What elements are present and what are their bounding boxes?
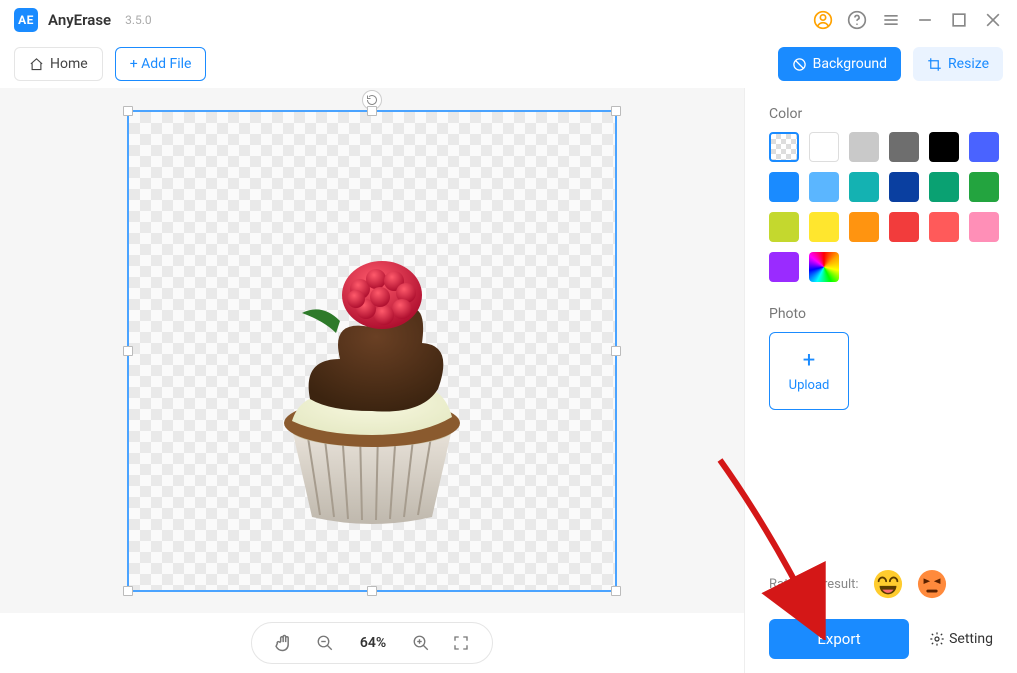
toolbar: Home + Add File Background Resize xyxy=(0,40,1017,88)
color-swatch-pink[interactable] xyxy=(969,212,999,242)
fullscreen-button[interactable] xyxy=(452,634,470,652)
color-swatch-emerald[interactable] xyxy=(929,172,959,202)
app-name: AnyErase xyxy=(48,11,111,29)
color-swatch-orange[interactable] xyxy=(849,212,879,242)
handle-mid-left[interactable] xyxy=(123,346,133,356)
handle-top-right[interactable] xyxy=(611,106,621,116)
main-area: 64% Color Photo + Upload xyxy=(0,88,1017,673)
app-logo: AE xyxy=(14,8,38,32)
subject-image[interactable] xyxy=(252,249,492,529)
zoom-in-button[interactable] xyxy=(412,634,430,652)
color-swatch-coral[interactable] xyxy=(929,212,959,242)
color-swatch-gray[interactable] xyxy=(889,132,919,162)
zoom-level: 64% xyxy=(356,635,390,651)
color-swatch-white[interactable] xyxy=(809,132,839,162)
menu-icon[interactable] xyxy=(881,10,901,30)
close-icon[interactable] xyxy=(983,10,1003,30)
titlebar-controls xyxy=(813,10,1003,30)
rate-good-button[interactable] xyxy=(873,569,903,599)
color-swatch-royal-blue[interactable] xyxy=(969,132,999,162)
app-window: AE AnyErase 3.5.0 xyxy=(0,0,1017,673)
side-bottom: Export Setting xyxy=(769,619,993,659)
rate-row: Rate this result: xyxy=(769,569,993,599)
plus-icon: + xyxy=(803,350,815,372)
home-icon xyxy=(29,57,44,72)
color-swatch-rainbow[interactable] xyxy=(809,252,839,282)
color-swatch-lime[interactable] xyxy=(769,212,799,242)
handle-mid-right[interactable] xyxy=(611,346,621,356)
setting-label: Setting xyxy=(949,631,993,647)
upload-photo-button[interactable]: + Upload xyxy=(769,332,849,410)
gear-icon xyxy=(929,631,945,647)
maximize-icon[interactable] xyxy=(949,10,969,30)
handle-top-mid[interactable] xyxy=(367,106,377,116)
color-swatch-green[interactable] xyxy=(969,172,999,202)
titlebar: AE AnyErase 3.5.0 xyxy=(0,0,1017,40)
color-swatch-teal[interactable] xyxy=(849,172,879,202)
crop-icon xyxy=(927,57,942,72)
background-icon xyxy=(792,57,807,72)
app-version: 3.5.0 xyxy=(125,13,152,27)
background-label: Background xyxy=(813,56,887,72)
home-label: Home xyxy=(50,56,88,72)
add-file-button[interactable]: + Add File xyxy=(115,47,207,81)
help-icon[interactable] xyxy=(847,10,867,30)
zoom-out-button[interactable] xyxy=(316,634,334,652)
add-file-label: + Add File xyxy=(130,56,192,72)
background-button[interactable]: Background xyxy=(778,47,901,81)
color-swatch-blue[interactable] xyxy=(769,172,799,202)
color-swatch-sky-blue[interactable] xyxy=(809,172,839,202)
canvas-center xyxy=(0,88,744,613)
color-swatch-red[interactable] xyxy=(889,212,919,242)
side-panel: Color Photo + Upload Rate this result: E xyxy=(744,88,1017,673)
canvas-controls: 64% xyxy=(0,613,744,673)
color-swatch-navy[interactable] xyxy=(889,172,919,202)
handle-top-left[interactable] xyxy=(123,106,133,116)
control-pill: 64% xyxy=(251,622,493,664)
handle-bottom-right[interactable] xyxy=(611,586,621,596)
export-label: Export xyxy=(817,630,860,648)
export-button[interactable]: Export xyxy=(769,619,909,659)
setting-button[interactable]: Setting xyxy=(929,631,993,647)
canvas-area: 64% xyxy=(0,88,744,673)
rate-label: Rate this result: xyxy=(769,577,859,592)
color-swatch-yellow[interactable] xyxy=(809,212,839,242)
minimize-icon[interactable] xyxy=(915,10,935,30)
resize-label: Resize xyxy=(948,56,989,72)
resize-button[interactable]: Resize xyxy=(913,47,1003,81)
handle-bottom-left[interactable] xyxy=(123,586,133,596)
color-swatch-light-gray[interactable] xyxy=(849,132,879,162)
photo-section-label: Photo xyxy=(769,306,993,322)
rate-bad-button[interactable] xyxy=(917,569,947,599)
upload-label: Upload xyxy=(789,378,830,393)
home-button[interactable]: Home xyxy=(14,47,103,81)
color-section-label: Color xyxy=(769,106,993,122)
handle-bottom-mid[interactable] xyxy=(367,586,377,596)
color-swatch-grid xyxy=(769,132,993,282)
color-swatch-purple[interactable] xyxy=(769,252,799,282)
selection-frame[interactable] xyxy=(127,110,617,592)
color-swatch-black[interactable] xyxy=(929,132,959,162)
pan-tool-button[interactable] xyxy=(274,633,294,653)
color-swatch-transparent[interactable] xyxy=(769,132,799,162)
account-icon[interactable] xyxy=(813,10,833,30)
